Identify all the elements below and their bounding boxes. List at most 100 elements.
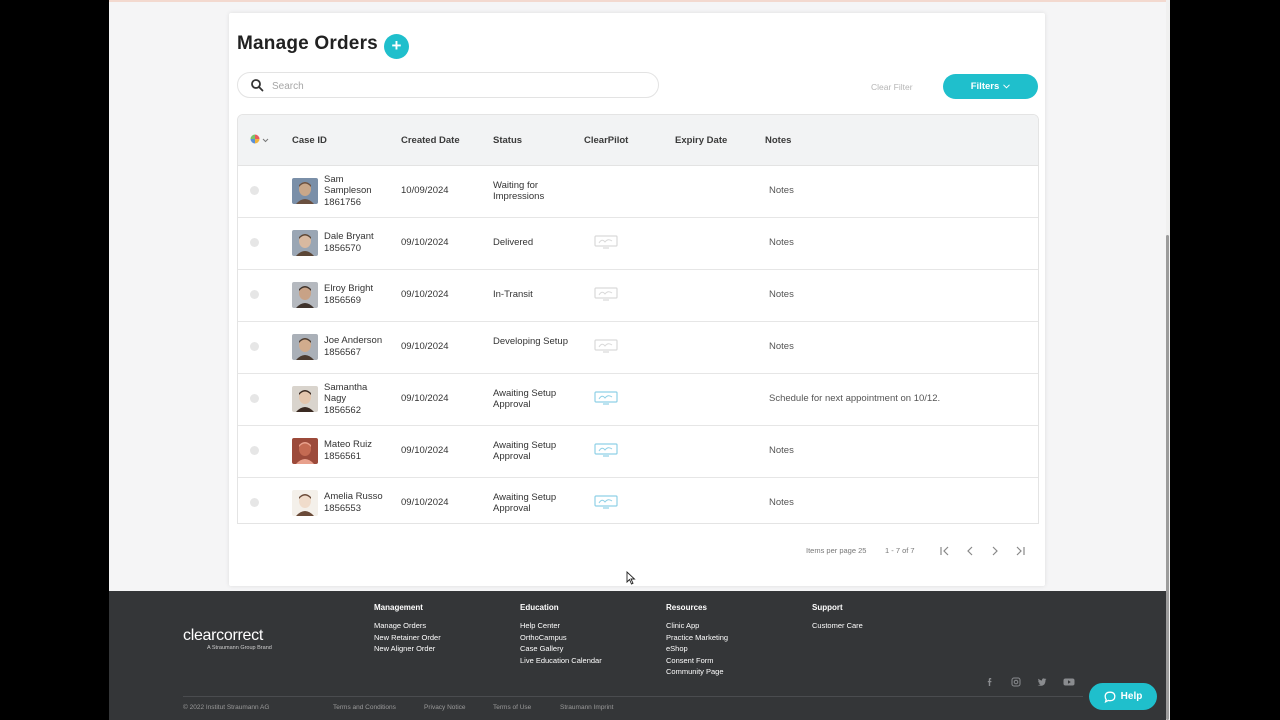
clearpilot-monitor-icon[interactable] bbox=[594, 391, 618, 405]
order-status: Awaiting Setup Approval bbox=[493, 440, 557, 462]
top-accent-line bbox=[109, 0, 1170, 2]
legal-link[interactable]: Privacy Notice bbox=[424, 704, 466, 711]
col-case-id[interactable]: Case ID bbox=[292, 135, 327, 146]
avatar bbox=[292, 490, 318, 516]
patient-name[interactable]: Dale Bryant bbox=[324, 231, 386, 242]
select-all-dropdown[interactable] bbox=[250, 133, 272, 151]
chat-bubble-icon bbox=[1104, 691, 1116, 703]
row-select-radio[interactable] bbox=[250, 446, 259, 455]
footer-link[interactable]: Consent Form bbox=[666, 655, 728, 667]
footer-link[interactable]: Clinic App bbox=[666, 620, 728, 632]
clearpilot-monitor-icon[interactable] bbox=[594, 339, 618, 353]
row-select-radio[interactable] bbox=[250, 394, 259, 403]
footer-heading: Management bbox=[374, 603, 423, 612]
filters-button[interactable]: Filters bbox=[943, 74, 1038, 99]
table-row[interactable]: Mateo Ruiz 1856561 09/10/2024 Awaiting S… bbox=[238, 426, 1038, 478]
table-row[interactable]: Sam Sampleson 1861756 10/09/2024 Waiting… bbox=[238, 166, 1038, 218]
col-created-date[interactable]: Created Date bbox=[401, 135, 460, 146]
footer-link[interactable]: OrthoCampus bbox=[520, 632, 602, 644]
row-select-radio[interactable] bbox=[250, 290, 259, 299]
col-expiry-date[interactable]: Expiry Date bbox=[675, 135, 727, 146]
table-row[interactable]: Amelia Russo 1856553 09/10/2024 Awaiting… bbox=[238, 478, 1038, 523]
patient-name[interactable]: Amelia Russo bbox=[324, 491, 386, 502]
items-per-page-label[interactable]: Items per page 25 bbox=[806, 546, 866, 555]
notes-cell[interactable]: Notes bbox=[769, 237, 794, 248]
footer-link[interactable]: Case Gallery bbox=[520, 643, 602, 655]
order-status: Awaiting Setup Approval bbox=[493, 388, 557, 410]
created-date: 09/10/2024 bbox=[401, 237, 449, 248]
last-page-icon[interactable] bbox=[1013, 545, 1027, 557]
footer-link[interactable]: New Retainer Order bbox=[374, 632, 441, 644]
case-id[interactable]: 1856570 bbox=[324, 243, 361, 254]
logo-text: clearcorrect bbox=[183, 627, 263, 644]
footer-link[interactable]: Customer Care bbox=[812, 620, 863, 632]
table-row[interactable]: Elroy Bright 1856569 09/10/2024 In-Trans… bbox=[238, 270, 1038, 322]
footer-link[interactable]: Live Education Calendar bbox=[520, 655, 602, 667]
col-clearpilot[interactable]: ClearPilot bbox=[584, 135, 628, 146]
row-select-radio[interactable] bbox=[250, 342, 259, 351]
footer-link[interactable]: Practice Marketing bbox=[666, 632, 728, 644]
facebook-icon[interactable] bbox=[985, 677, 995, 687]
patient-name[interactable]: Mateo Ruiz bbox=[324, 439, 386, 450]
twitter-icon[interactable] bbox=[1037, 677, 1047, 687]
table-row[interactable]: Samantha Nagy 1856562 09/10/2024 Awaitin… bbox=[238, 374, 1038, 426]
notes-cell[interactable]: Notes bbox=[769, 341, 794, 352]
order-status: Developing Setup bbox=[493, 336, 568, 347]
created-date: 09/10/2024 bbox=[401, 393, 449, 404]
logo-tagline: A Straumann Group Brand bbox=[207, 645, 272, 651]
footer-link[interactable]: Community Page bbox=[666, 666, 728, 678]
clearpilot-monitor-icon[interactable] bbox=[594, 443, 618, 457]
notes-cell[interactable]: Notes bbox=[769, 497, 794, 508]
search-box[interactable] bbox=[237, 72, 659, 98]
patient-name[interactable]: Elroy Bright bbox=[324, 283, 386, 294]
help-button[interactable]: Help bbox=[1089, 683, 1157, 710]
footer-link[interactable]: Help Center bbox=[520, 620, 602, 632]
table-row[interactable]: Joe Anderson 1856567 09/10/2024 Developi… bbox=[238, 322, 1038, 374]
footer-link[interactable]: eShop bbox=[666, 643, 728, 655]
row-select-radio[interactable] bbox=[250, 498, 259, 507]
patient-name[interactable]: Samantha Nagy bbox=[324, 382, 386, 404]
legal-link[interactable]: Straumann Imprint bbox=[560, 704, 613, 711]
instagram-icon[interactable] bbox=[1011, 677, 1021, 687]
notes-cell[interactable]: Notes bbox=[769, 445, 794, 456]
notes-cell[interactable]: Notes bbox=[769, 289, 794, 300]
case-id[interactable]: 1856569 bbox=[324, 295, 361, 306]
first-page-icon[interactable] bbox=[938, 545, 952, 557]
case-id[interactable]: 1856567 bbox=[324, 347, 361, 358]
browser-viewport: Manage Orders + Clear Filter Filters bbox=[109, 0, 1170, 720]
case-id[interactable]: 1856561 bbox=[324, 451, 361, 462]
notes-cell[interactable]: Schedule for next appointment on 10/12. bbox=[769, 393, 940, 404]
page-title: Manage Orders bbox=[237, 33, 378, 54]
prev-page-icon[interactable] bbox=[963, 545, 977, 557]
search-icon bbox=[251, 79, 264, 92]
case-id[interactable]: 1856562 bbox=[324, 405, 361, 416]
legal-link[interactable]: Terms of Use bbox=[493, 704, 531, 711]
scrollbar-thumb[interactable] bbox=[1166, 235, 1169, 720]
footer-link[interactable]: Manage Orders bbox=[374, 620, 441, 632]
add-order-button[interactable]: + bbox=[384, 34, 409, 59]
col-notes[interactable]: Notes bbox=[765, 135, 791, 146]
legal-link[interactable]: Terms and Conditions bbox=[333, 704, 396, 711]
help-label: Help bbox=[1120, 691, 1143, 702]
notes-cell[interactable]: Notes bbox=[769, 185, 794, 196]
patient-name[interactable]: Joe Anderson bbox=[324, 335, 386, 346]
clearpilot-monitor-icon[interactable] bbox=[594, 235, 618, 249]
clear-filter-link[interactable]: Clear Filter bbox=[871, 82, 913, 92]
orders-card: Manage Orders + Clear Filter Filters bbox=[229, 13, 1045, 586]
created-date: 09/10/2024 bbox=[401, 445, 449, 456]
clearcorrect-logo[interactable]: clearcorrect A Straumann Group Brand bbox=[183, 627, 272, 651]
case-id[interactable]: 1861756 bbox=[324, 197, 361, 208]
row-select-radio[interactable] bbox=[250, 186, 259, 195]
table-row[interactable]: Dale Bryant 1856570 09/10/2024 Delivered… bbox=[238, 218, 1038, 270]
search-input[interactable] bbox=[270, 75, 644, 97]
clearpilot-monitor-icon[interactable] bbox=[594, 287, 618, 301]
created-date: 09/10/2024 bbox=[401, 497, 449, 508]
row-select-radio[interactable] bbox=[250, 238, 259, 247]
col-status[interactable]: Status bbox=[493, 135, 522, 146]
footer-link[interactable]: New Aligner Order bbox=[374, 643, 441, 655]
clearpilot-monitor-icon[interactable] bbox=[594, 495, 618, 509]
next-page-icon[interactable] bbox=[988, 545, 1002, 557]
case-id[interactable]: 1856553 bbox=[324, 503, 361, 514]
patient-name[interactable]: Sam Sampleson bbox=[324, 174, 386, 196]
youtube-icon[interactable] bbox=[1063, 677, 1075, 687]
